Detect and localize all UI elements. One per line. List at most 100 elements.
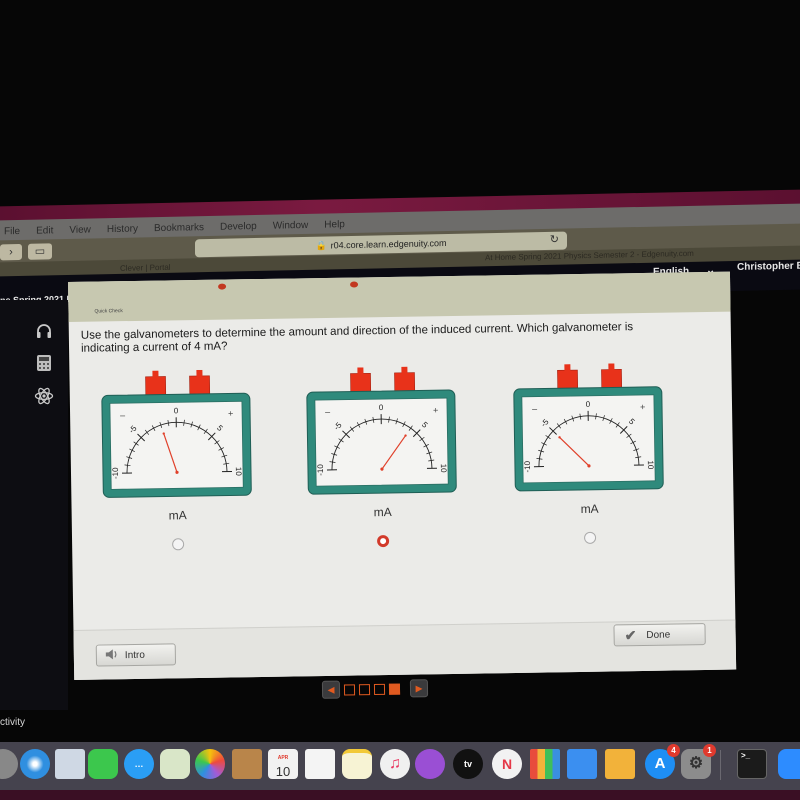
- terminal-right-post: [401, 366, 408, 374]
- unit-label: mA: [373, 504, 392, 520]
- calendar-day: 10: [275, 764, 291, 779]
- tools-sidebar: [0, 300, 68, 710]
- screen-photo: File Edit View History Bookmarks Develop…: [0, 0, 800, 800]
- prev-page-button[interactable]: ◀: [321, 680, 341, 699]
- page-3-button[interactable]: [373, 683, 386, 695]
- menu-bookmarks[interactable]: Bookmarks: [154, 222, 204, 234]
- dock-keynote-icon[interactable]: [567, 749, 597, 779]
- dock-terminal-icon[interactable]: >_: [737, 749, 767, 779]
- user-name[interactable]: Christopher B: [737, 261, 800, 273]
- activity-footer: Intro ✔ Done: [73, 619, 737, 680]
- plus-sign: +: [433, 405, 438, 415]
- scale-label: 0: [174, 406, 179, 415]
- activity-label: ctivity: [0, 717, 25, 728]
- dock-news-icon[interactable]: N: [492, 749, 522, 779]
- dock-messages-icon[interactable]: …: [124, 749, 154, 779]
- scale-label: -10: [111, 467, 120, 479]
- terminal-right-post: [196, 369, 203, 377]
- tab-clever-portal[interactable]: Clever | Portal: [120, 263, 171, 273]
- dock-settings-icon[interactable]: ⚙ 1: [681, 744, 716, 779]
- scale-label: 10: [234, 467, 243, 477]
- checkmark-icon: ✔: [624, 626, 637, 643]
- question-text: Use the galvanometers to determine the a…: [80, 321, 634, 355]
- done-label: Done: [646, 629, 671, 641]
- answer-radio-2[interactable]: [377, 534, 390, 548]
- appstore-badge: 4: [667, 744, 680, 757]
- unit-label: mA: [580, 501, 599, 516]
- dock-launchpad-icon[interactable]: [0, 749, 18, 779]
- terminal-left-post: [564, 364, 571, 372]
- galvanometer-dial: -10-50510– +: [513, 363, 664, 492]
- activity-frame: Quick Check Use the galvanometers to det…: [68, 271, 737, 680]
- scale-label: 0: [586, 400, 591, 409]
- progress-marker: [350, 281, 359, 288]
- dock-maps-icon[interactable]: [160, 749, 190, 779]
- page-4-button[interactable]: [388, 683, 401, 695]
- forward-button[interactable]: ›: [0, 243, 22, 261]
- dock-reminders-icon[interactable]: [305, 749, 335, 779]
- menu-help[interactable]: Help: [324, 219, 345, 230]
- desktop-edge: [0, 790, 800, 800]
- page-navigator: ◀ ▶: [321, 679, 429, 699]
- intro-label: Intro: [124, 649, 145, 661]
- quick-check-label: Quick Check: [94, 308, 123, 315]
- intro-button[interactable]: Intro: [95, 643, 177, 667]
- dock-separator: [720, 750, 721, 780]
- terminal-left: [145, 376, 167, 396]
- menu-window[interactable]: Window: [273, 219, 309, 231]
- galvanometer-3: -10 -5 0 5 10– + mA: [511, 363, 666, 565]
- dock-preview-icon[interactable]: [55, 749, 85, 779]
- chevron-right-icon: ›: [9, 246, 13, 259]
- answer-radio-3[interactable]: [583, 531, 597, 544]
- terminal-left-post: [357, 367, 364, 375]
- minus-sign: –: [120, 410, 125, 420]
- atom-icon[interactable]: [34, 386, 54, 406]
- unit-label: mA: [168, 508, 187, 523]
- menu-history[interactable]: History: [107, 223, 138, 235]
- dock-pages-icon[interactable]: [605, 749, 635, 779]
- dock-appletv-icon[interactable]: tv: [453, 749, 483, 779]
- answer-radio-1[interactable]: [172, 538, 185, 551]
- progress-marker: [218, 283, 227, 290]
- dock-music-icon[interactable]: ♫: [380, 749, 410, 779]
- tab-edgenuity[interactable]: At Home Spring 2021 Physics Semester 2 -…: [485, 249, 694, 262]
- menu-view[interactable]: View: [69, 224, 91, 235]
- dock-zoom-icon[interactable]: [778, 749, 800, 779]
- dock-contacts-icon[interactable]: [232, 749, 262, 779]
- speaker-icon: [105, 648, 119, 663]
- page-1-button[interactable]: [343, 683, 356, 695]
- dock-photos-icon[interactable]: [195, 749, 225, 779]
- dock-appstore-icon[interactable]: A 4: [645, 744, 680, 779]
- sidebar-toggle-button[interactable]: ▭: [28, 243, 52, 260]
- minus-sign: –: [532, 404, 537, 414]
- galvanometer-dial: -10-50510– +: [306, 366, 457, 495]
- url-text: r04.core.learn.edgenuity.com: [330, 238, 447, 251]
- galvanometer-1: -10 -5 0 5 10– + mA: [99, 369, 254, 571]
- calculator-icon[interactable]: [34, 354, 54, 374]
- plus-sign: +: [228, 408, 233, 418]
- scale-label: 10: [646, 460, 655, 470]
- done-button[interactable]: ✔ Done: [613, 623, 706, 647]
- dock-numbers-icon[interactable]: [530, 749, 560, 779]
- next-page-button[interactable]: ▶: [409, 679, 429, 698]
- reload-icon[interactable]: ↻: [550, 233, 559, 246]
- dock-facetime-icon[interactable]: [88, 749, 118, 779]
- menu-develop[interactable]: Develop: [220, 221, 257, 233]
- terminal-right: [394, 372, 416, 392]
- menu-file[interactable]: File: [4, 225, 20, 236]
- page-2-button[interactable]: [358, 683, 371, 695]
- menu-edit[interactable]: Edit: [36, 225, 53, 236]
- sidebar-icon: ▭: [34, 245, 46, 258]
- scale-label: 0: [379, 403, 384, 412]
- dock-podcasts-icon[interactable]: [415, 749, 445, 779]
- scale-label: -10: [316, 464, 325, 476]
- terminal-right: [601, 369, 623, 388]
- calendar-month: APR: [277, 755, 289, 761]
- scale-label: -10: [523, 460, 532, 472]
- dock-calendar-icon[interactable]: APR 10: [268, 749, 298, 779]
- headphones-icon[interactable]: [34, 322, 54, 342]
- galvanometer-2: -10 -5 0 5 10– + mA: [304, 366, 459, 568]
- dock-safari-icon[interactable]: [20, 749, 50, 779]
- dock-notes-icon[interactable]: [342, 749, 372, 779]
- terminal-right: [189, 375, 211, 395]
